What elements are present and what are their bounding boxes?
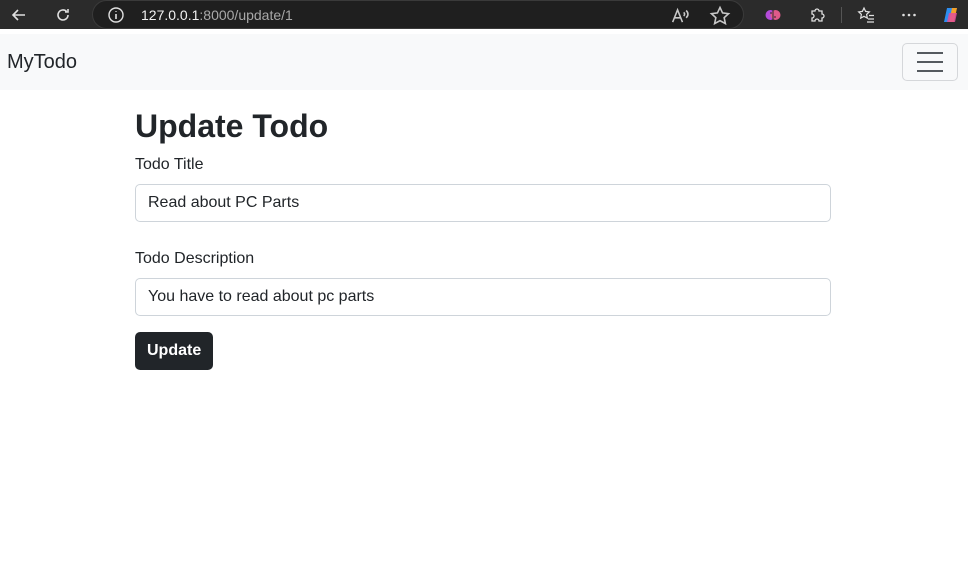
update-form: Update Todo Todo Title Todo Description … [135, 104, 831, 370]
toolbar-divider [841, 7, 842, 23]
copilot-brain-icon[interactable] [762, 4, 784, 26]
copilot-icon[interactable] [940, 4, 962, 26]
navbar: MyTodo [0, 34, 968, 90]
favorites-icon[interactable] [855, 4, 877, 26]
url-path: :8000/update/1 [199, 7, 293, 23]
hamburger-line [917, 61, 943, 63]
read-aloud-icon[interactable] [669, 5, 691, 27]
url-host: 127.0.0.1 [141, 7, 200, 23]
favorite-star-icon[interactable] [709, 5, 731, 27]
navbar-brand[interactable]: MyTodo [7, 51, 77, 74]
extensions-icon[interactable] [806, 4, 828, 26]
more-icon[interactable] [898, 4, 920, 26]
todo-description-label: Todo Description [135, 250, 255, 267]
todo-title-input[interactable] [135, 184, 831, 222]
address-bar[interactable]: 127.0.0.1:8000/update/1 [92, 0, 744, 29]
url-text[interactable]: 127.0.0.1:8000/update/1 [141, 7, 293, 23]
todo-description-input[interactable] [135, 278, 831, 316]
description-group: Todo Description [135, 250, 831, 316]
browser-toolbar: 127.0.0.1:8000/update/1 [0, 0, 968, 29]
page-title: Update Todo [135, 108, 329, 144]
refresh-icon[interactable] [52, 4, 74, 26]
navbar-toggler-button[interactable] [902, 43, 958, 81]
hamburger-line [917, 70, 943, 72]
update-button[interactable]: Update [135, 332, 214, 370]
info-icon[interactable] [107, 6, 125, 24]
back-arrow-icon[interactable] [8, 4, 30, 26]
todo-title-label: Todo Title [135, 156, 204, 173]
hamburger-line [917, 52, 943, 54]
